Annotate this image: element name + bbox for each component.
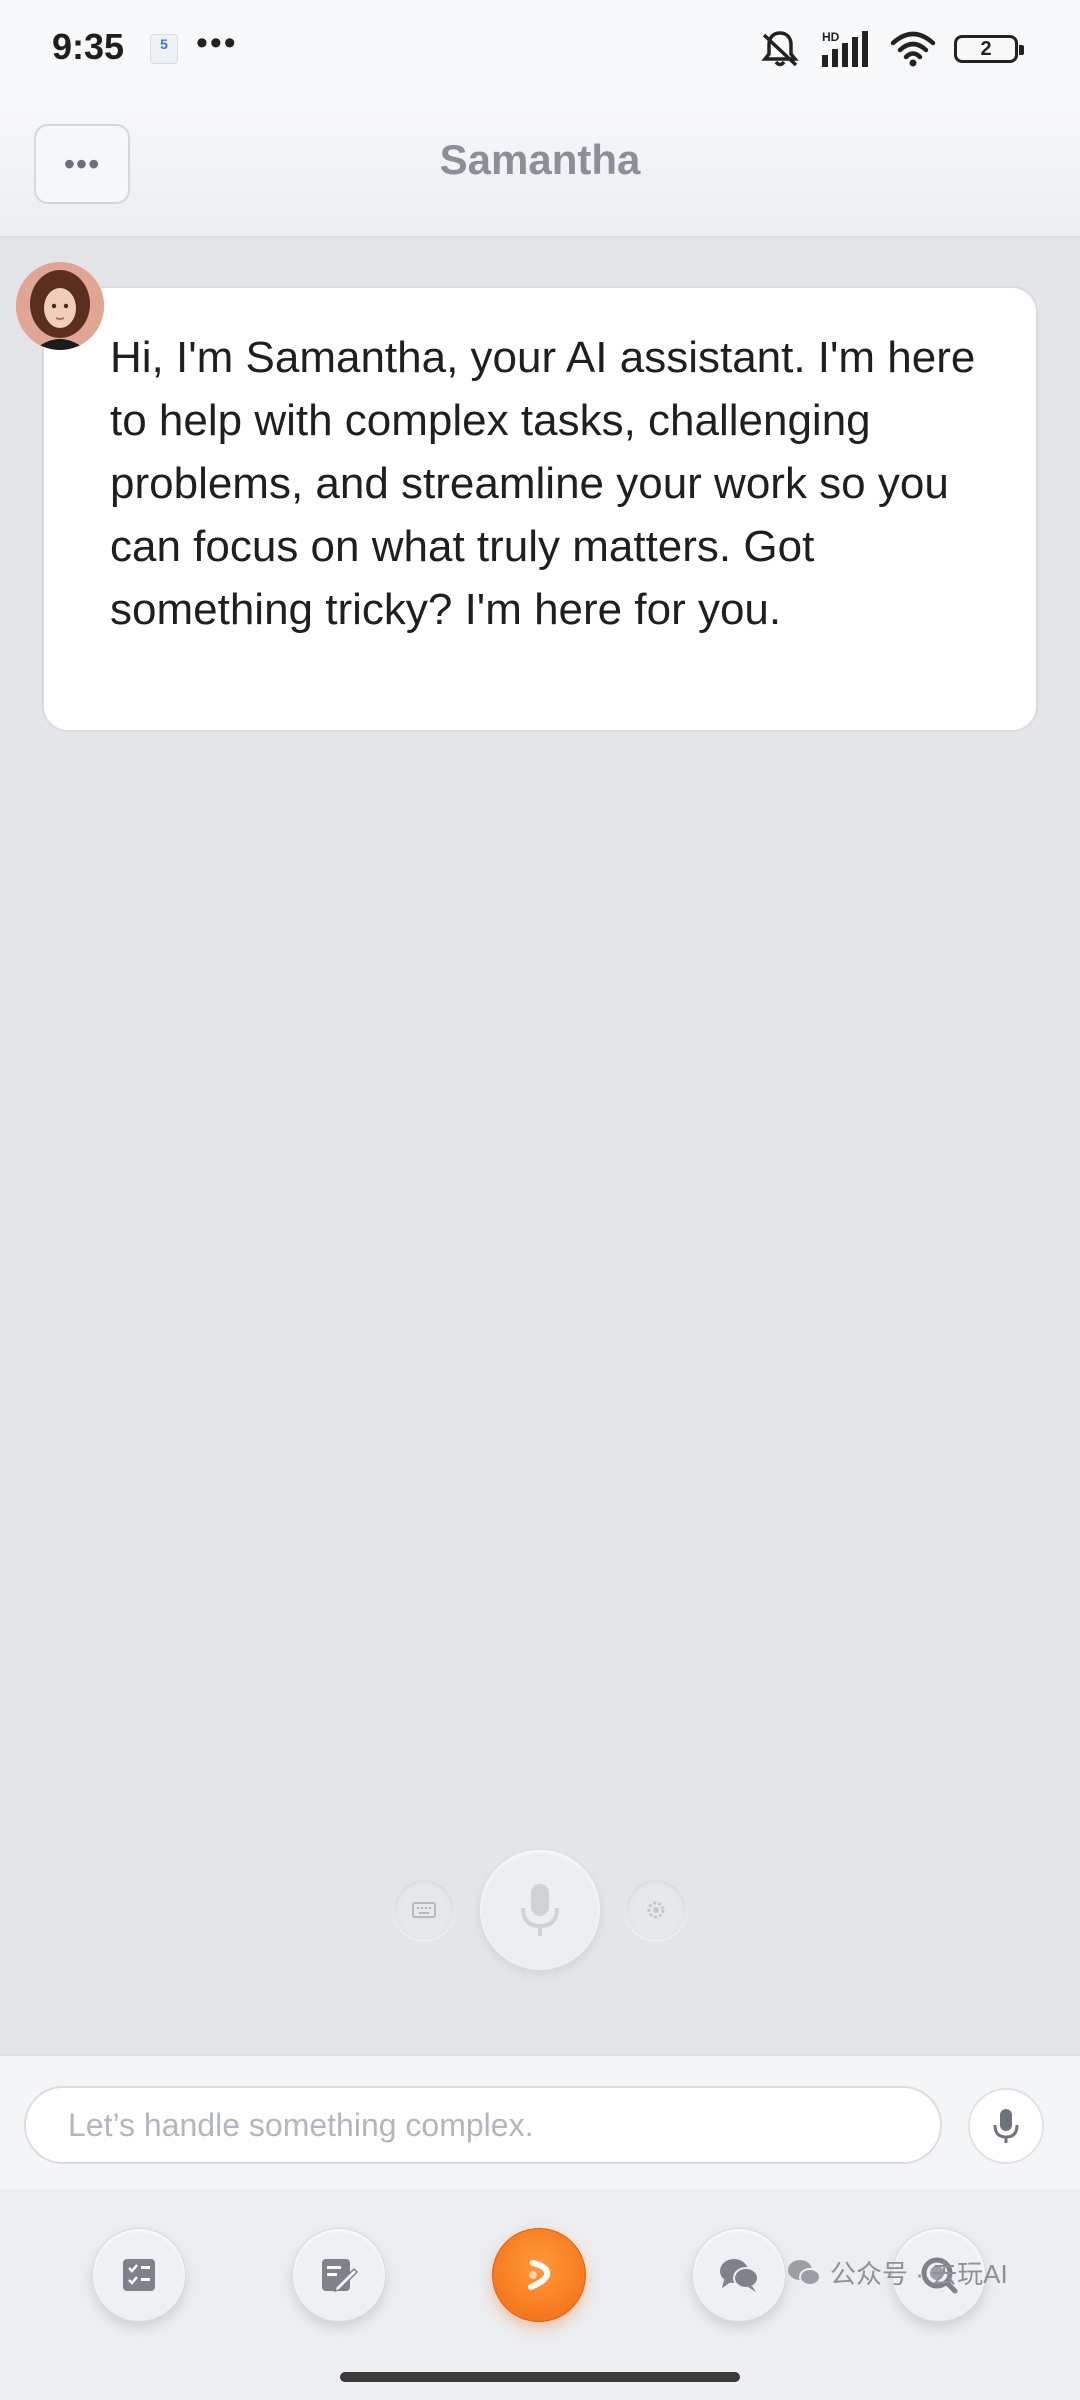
voice-settings-button[interactable] — [626, 1880, 686, 1940]
microphone-icon — [521, 1884, 559, 1936]
nav-assistant-button[interactable] — [492, 2228, 586, 2322]
input-mic-button[interactable] — [968, 2088, 1044, 2164]
more-notifications-icon: ••• — [196, 24, 238, 62]
chat-icon — [720, 2259, 759, 2292]
watermark: 公众号 · 去玩AI — [786, 2254, 1008, 2291]
voice-input-button[interactable] — [480, 1850, 600, 1970]
assistant-icon — [528, 2260, 551, 2290]
nav-tasks-button[interactable] — [92, 2228, 186, 2322]
watermark-text: 公众号 · 去玩AI — [830, 2259, 1008, 2289]
nav-notes-button[interactable] — [292, 2228, 386, 2322]
notification-badge: 5 — [150, 34, 178, 64]
tasks-icon — [123, 2259, 155, 2291]
message-input-bar — [0, 2054, 1080, 2190]
settings-icon — [647, 1901, 665, 1919]
svg-text:HD: HD — [822, 30, 840, 44]
status-time: 9:35 — [52, 26, 125, 67]
mute-icon — [761, 31, 799, 67]
status-bar: 9:35 5 ••• HD 2 — [0, 0, 1080, 100]
page-title: Samantha — [439, 136, 641, 183]
wechat-icon — [788, 2259, 821, 2286]
battery-icon: 2 — [954, 35, 1024, 63]
keyboard-button[interactable] — [394, 1880, 454, 1940]
app-header: ••• Samantha — [0, 100, 1080, 238]
notes-icon — [322, 2259, 358, 2293]
microphone-icon — [993, 2109, 1019, 2143]
message-input[interactable] — [24, 2086, 942, 2164]
hd-signal-icon: HD — [822, 30, 868, 67]
voice-controls — [0, 1850, 1080, 1970]
assistant-avatar — [16, 262, 104, 350]
wifi-icon — [890, 31, 936, 67]
bottom-navigation — [0, 2190, 1080, 2400]
home-indicator[interactable] — [340, 2372, 740, 2382]
nav-chat-button[interactable] — [692, 2228, 786, 2322]
assistant-message-bubble: Hi, I'm Samantha, your AI assistant. I'm… — [42, 286, 1038, 732]
keyboard-icon — [412, 1902, 436, 1918]
